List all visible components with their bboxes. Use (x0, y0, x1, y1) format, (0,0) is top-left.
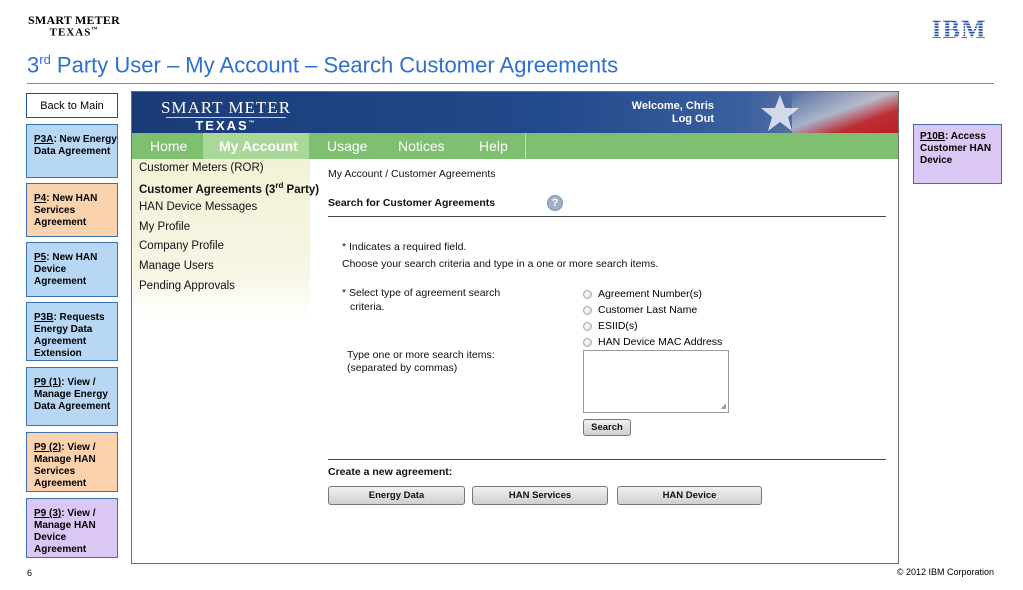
breadcrumb: My Account / Customer Agreements (328, 168, 496, 180)
nav-box-p3b[interactable]: P3B: Requests Energy Data Agreement Exte… (26, 302, 118, 361)
side-item-customer-agreements[interactable]: Customer Agreements (3rd Party) (139, 181, 319, 196)
title-divider (27, 83, 994, 84)
create-divider (328, 459, 886, 460)
menu-notices[interactable]: Notices (398, 133, 445, 159)
menu-help[interactable]: Help (479, 133, 508, 159)
nav-box-p10b[interactable]: P10B: Access Customer HAN Device (913, 124, 1002, 184)
copyright-text: © 2012 IBM Corporation (896, 567, 994, 577)
instruction-text: Choose your search criteria and type in … (342, 258, 659, 270)
ibm-logo: IBM (932, 18, 987, 40)
welcome-text: Welcome, Chris (631, 100, 714, 112)
nav-box-p5[interactable]: P5: New HAN Device Agreement (26, 242, 118, 297)
criteria-label-line1: * Select type of agreement search (342, 287, 501, 299)
search-items-label-line1: Type one or more search items: (347, 349, 495, 361)
side-item-pending-approvals[interactable]: Pending Approvals (139, 280, 235, 292)
radio-esiid[interactable]: ESIID(s) (583, 320, 638, 332)
nav-box-p4[interactable]: P4: New HAN Services Agreement (26, 183, 118, 237)
app-banner: SMART METER TEXAS™ Welcome, Chris Log Ou… (132, 92, 898, 133)
account-side-menu: Customer Meters (ROR) Customer Agreement… (132, 159, 319, 319)
search-heading: Search for Customer Agreements (328, 197, 496, 209)
side-item-customer-meters[interactable]: Customer Meters (ROR) (139, 162, 264, 174)
page-title: 3rd Party User – My Account – Search Cus… (27, 52, 619, 78)
required-note: * Indicates a required field. (342, 241, 467, 253)
resize-grip-icon[interactable]: ◢ (721, 402, 726, 410)
side-item-my-profile[interactable]: My Profile (139, 221, 190, 233)
nav-box-p9-2[interactable]: P9 (2): View / Manage HAN Services Agree… (26, 432, 118, 492)
radio-agreement-number[interactable]: Agreement Number(s) (583, 288, 702, 300)
criteria-label-line2: criteria. (350, 301, 385, 313)
flag-graphic (792, 92, 898, 133)
nav-box-p9-1[interactable]: P9 (1): View / Manage Energy Data Agreem… (26, 367, 118, 426)
side-item-manage-users[interactable]: Manage Users (139, 260, 214, 272)
page-number: 6 (27, 568, 33, 578)
radio-circle[interactable] (583, 337, 592, 347)
create-energy-data-button[interactable]: Energy Data (328, 486, 465, 505)
radio-customer-last-name[interactable]: Customer Last Name (583, 304, 697, 316)
logout-link[interactable]: Log Out (632, 113, 714, 126)
radio-han-device-mac[interactable]: HAN Device MAC Address (583, 336, 722, 348)
welcome-area: Welcome, Chris Log Out (632, 100, 714, 126)
nav-box-p3a[interactable]: P3A: New Energy Data Agreement (26, 124, 118, 178)
create-heading: Create a new agreement: (328, 466, 453, 478)
smart-meter-texas-logo: SMART METER TEXAS™ (28, 13, 120, 39)
search-button[interactable]: Search (583, 419, 631, 436)
menu-usage[interactable]: Usage (327, 133, 367, 159)
menu-home[interactable]: Home (150, 133, 187, 159)
app-window: SMART METER TEXAS™ Welcome, Chris Log Ou… (131, 91, 899, 564)
side-item-han-device-messages[interactable]: HAN Device Messages (139, 201, 257, 213)
nav-box-p9-3[interactable]: P9 (3): View / Manage HAN Device Agreeme… (26, 498, 118, 558)
create-han-services-button[interactable]: HAN Services (472, 486, 608, 505)
svg-text:IBM: IBM (932, 18, 987, 40)
search-items-textarea[interactable]: ◢ (583, 350, 729, 413)
menu-my-account[interactable]: My Account (203, 133, 309, 159)
radio-circle[interactable] (583, 289, 592, 299)
main-menu: Home My Account Usage Notices Help (132, 133, 898, 159)
search-divider (328, 216, 886, 217)
menu-divider (525, 133, 526, 159)
app-logo[interactable]: SMART METER TEXAS™ (156, 99, 296, 132)
search-items-label-line2: (separated by commas) (347, 362, 458, 374)
star-icon (761, 95, 799, 131)
back-to-main-button[interactable]: Back to Main (26, 93, 118, 118)
side-item-company-profile[interactable]: Company Profile (139, 240, 224, 252)
radio-circle[interactable] (583, 305, 592, 315)
radio-circle[interactable] (583, 321, 592, 331)
create-han-device-button[interactable]: HAN Device (617, 486, 762, 505)
help-icon[interactable]: ? (547, 195, 563, 211)
